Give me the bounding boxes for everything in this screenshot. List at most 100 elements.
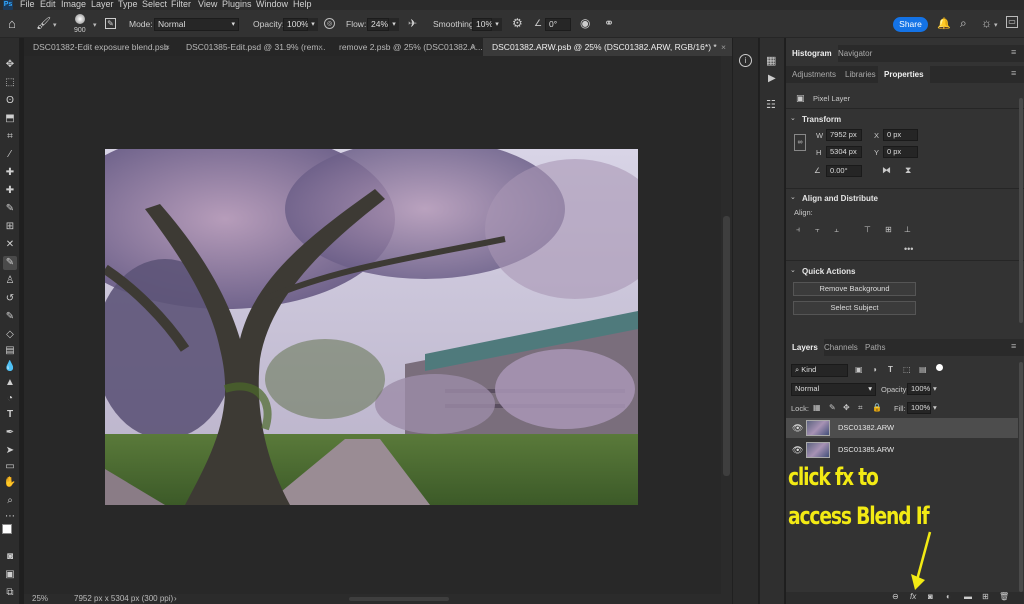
share-button[interactable]: Share [893, 17, 928, 32]
chevron-down-icon[interactable]: ▾ [933, 384, 937, 393]
lock-image-icon[interactable]: ✎ [829, 403, 836, 412]
menu-file[interactable]: File [20, 0, 35, 9]
angle-input[interactable]: 0° [545, 18, 571, 31]
type-tool-icon[interactable]: T [3, 408, 17, 422]
home-icon[interactable]: ⌂ [8, 16, 16, 31]
frame-tool-icon[interactable]: ⧉ [3, 586, 17, 600]
layer-row[interactable]: 👁 DSC01385.ARW [786, 440, 1018, 460]
link-icon[interactable]: ∞ [794, 134, 806, 151]
align-middle-icon[interactable]: ⊞ [885, 225, 892, 234]
search-icon[interactable]: ⌕ [960, 16, 967, 31]
tab-adjustments[interactable]: Adjustments [786, 66, 842, 83]
workspace-icon[interactable]: ▭ [1006, 16, 1018, 28]
chevron-down-icon[interactable]: ▾ [994, 21, 998, 29]
height-input[interactable]: 5304 px [826, 146, 862, 158]
align-left-icon[interactable]: ⫞ [796, 225, 800, 235]
lasso-tool-icon[interactable]: ʘ [3, 94, 17, 108]
filter-toggle-icon[interactable] [936, 364, 943, 371]
align-top-icon[interactable]: ⊤ [864, 225, 871, 234]
spot-healing-tool-icon[interactable]: ✚ [3, 166, 17, 180]
object-select-tool-icon[interactable]: ⬒ [3, 112, 17, 126]
move-tool-icon[interactable]: ✥ [3, 58, 17, 72]
tab-document-1[interactable]: DSC01382-Edit exposure blend.psb × [24, 38, 176, 56]
brush-tool-icon[interactable]: ✎ [3, 256, 17, 270]
filter-type-icon[interactable]: T [888, 365, 893, 374]
tab-channels[interactable]: Channels [818, 339, 864, 356]
filter-pixel-icon[interactable]: ▣ [855, 365, 863, 374]
path-select-tool-icon[interactable]: ➤ [3, 444, 17, 458]
hand-tool-icon[interactable]: ✋ [3, 476, 17, 490]
quick-mask-icon[interactable]: ◙ [3, 550, 17, 564]
close-icon[interactable]: × [721, 38, 726, 56]
chevron-down-icon[interactable]: ▾ [492, 18, 502, 31]
chevron-down-icon[interactable]: ⌄ [790, 193, 796, 201]
patch-tool-icon[interactable]: ⊞ [3, 220, 17, 234]
content-aware-move-icon[interactable]: ✕ [3, 238, 17, 252]
tab-properties[interactable]: Properties [878, 66, 930, 83]
layer-row-selected[interactable]: 👁 DSC01382.ARW [786, 418, 1018, 438]
eye-icon[interactable]: 👁 [792, 445, 803, 456]
y-input[interactable]: 0 px [883, 146, 918, 158]
panel-menu-icon[interactable]: ≡ [1011, 341, 1016, 351]
mixer-brush-tool-icon[interactable]: ✎ [3, 310, 17, 324]
pen-tool-icon[interactable]: ✒ [3, 426, 17, 440]
align-center-icon[interactable]: ⫟ [815, 225, 820, 235]
tab-libraries[interactable]: Libraries [839, 66, 882, 83]
lock-all-icon[interactable]: 🔒 [872, 403, 882, 412]
filter-adjustment-icon[interactable]: ◑ [872, 365, 877, 374]
airbrush-icon[interactable]: ✈ [408, 17, 417, 30]
menu-filter[interactable]: Filter [171, 0, 191, 9]
flip-vertical-icon[interactable]: ⧗ [905, 165, 911, 176]
crop-tool-icon[interactable]: ⌗ [3, 130, 17, 144]
tab-document-3[interactable]: remove 2.psb @ 25% (DSC01382.A... × [330, 38, 482, 56]
sharpen-tool-icon[interactable]: ▲ [3, 376, 17, 390]
foreground-color-swatch[interactable] [2, 524, 12, 534]
dodge-tool-icon[interactable]: ◔ [3, 392, 17, 406]
brush-tool-icon[interactable]: 🖌 [36, 16, 51, 30]
play-actions-icon[interactable]: ▶ [768, 73, 776, 84]
filter-shape-icon[interactable]: ⬚ [903, 365, 911, 374]
horizontal-scrollbar[interactable] [349, 597, 449, 601]
zoom-level[interactable]: 25% [32, 594, 48, 603]
gear-icon[interactable]: ⚙ [512, 16, 523, 30]
healing-brush-tool-icon[interactable]: ✚ [3, 184, 17, 198]
align-right-icon[interactable]: ⫠ [834, 225, 839, 235]
select-subject-button[interactable]: Select Subject [793, 301, 916, 315]
pressure-opacity-icon[interactable]: ◎ [324, 18, 335, 29]
menu-image[interactable]: Image [61, 0, 86, 9]
eraser-tool-icon[interactable]: ◇ [3, 328, 17, 342]
menu-plugins[interactable]: Plugins [222, 0, 252, 9]
history-brush-tool-icon[interactable]: ↺ [3, 292, 17, 306]
filter-smart-object-icon[interactable]: ▤ [919, 365, 927, 374]
chevron-down-icon[interactable]: ⌄ [790, 114, 796, 122]
blend-mode-select[interactable]: Normal ▾ [791, 383, 876, 396]
mode-select[interactable]: Normal ▾ [154, 18, 239, 31]
brush-settings-icon[interactable]: ✎ [105, 18, 116, 29]
tab-paths[interactable]: Paths [859, 339, 891, 356]
blur-tool-icon[interactable]: 💧 [3, 360, 17, 374]
tab-document-active[interactable]: DSC01382.ARW.psb @ 25% (DSC01382.ARW, RG… [483, 38, 732, 56]
menu-select[interactable]: Select [142, 0, 167, 9]
smoothing-input[interactable]: 10% [472, 18, 493, 31]
scrollbar-thumb[interactable] [723, 216, 730, 476]
more-options-icon[interactable]: ••• [904, 244, 913, 254]
chevron-down-icon[interactable]: ▾ [389, 18, 399, 31]
remove-tool-icon[interactable]: ✎ [3, 202, 17, 216]
menu-view[interactable]: View [198, 0, 217, 9]
opacity-input[interactable]: 100% [283, 18, 309, 31]
tab-document-2[interactable]: DSC01385-Edit.psd @ 31.9% (rem... × [177, 38, 329, 56]
lock-artboard-icon[interactable]: ⌗ [858, 403, 863, 413]
angle-input[interactable]: 0.00° [826, 165, 862, 177]
chevron-down-icon[interactable]: ▾ [93, 21, 97, 29]
layers-scrollbar[interactable] [1019, 362, 1023, 592]
bell-icon[interactable]: 🔔 [937, 17, 951, 30]
screen-mode-icon[interactable]: ▣ [3, 568, 17, 582]
properties-panel-icon[interactable]: ☷ [766, 98, 776, 111]
brush-preset-picker[interactable]: 900 [66, 14, 96, 36]
menu-help[interactable]: Help [293, 0, 312, 9]
tab-navigator[interactable]: Navigator [832, 45, 878, 62]
x-input[interactable]: 0 px [883, 129, 918, 141]
more-tools-icon[interactable]: ⋯ [3, 510, 17, 524]
layer-filter-select[interactable]: ⌕ Kind [791, 364, 848, 377]
chevron-down-icon[interactable]: ▾ [53, 21, 57, 29]
